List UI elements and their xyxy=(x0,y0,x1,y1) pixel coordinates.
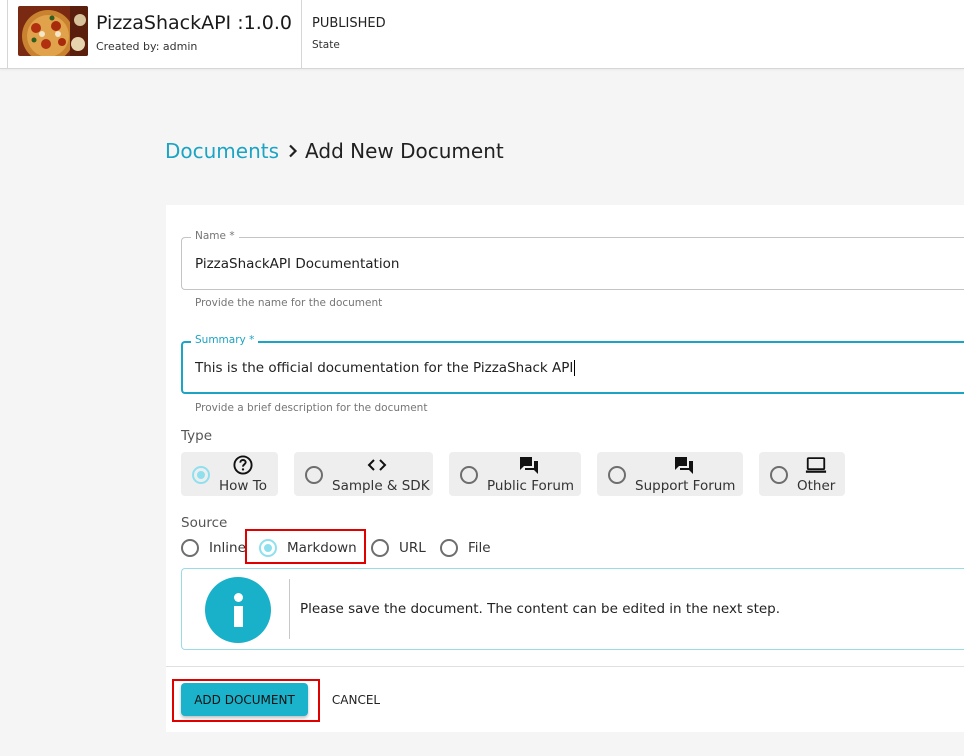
cancel-button[interactable]: CANCEL xyxy=(322,683,390,716)
type-option-other[interactable]: Other xyxy=(759,452,845,496)
type-label: Type xyxy=(181,428,213,444)
text-cursor xyxy=(574,360,576,376)
markdown-highlight-box xyxy=(245,529,366,564)
header-left-divider xyxy=(7,0,8,69)
source-option-file[interactable]: File xyxy=(440,539,491,557)
type-option-sample-sdk[interactable]: Sample & SDK xyxy=(294,452,433,496)
laptop-icon xyxy=(805,455,827,475)
name-input[interactable] xyxy=(195,256,895,272)
header-divider xyxy=(301,0,302,69)
info-icon xyxy=(205,577,271,643)
info-divider xyxy=(289,579,290,639)
type-option-label: Other xyxy=(797,478,836,494)
type-option-label: Support Forum xyxy=(635,478,736,494)
name-field[interactable]: Name * xyxy=(181,230,964,290)
summary-input[interactable]: This is the official documentation for t… xyxy=(195,360,895,376)
api-state-value: PUBLISHED xyxy=(312,16,386,31)
source-option-label: File xyxy=(468,540,491,556)
forum-icon xyxy=(518,455,540,475)
type-radio-how-to[interactable] xyxy=(192,466,210,484)
api-state-label: State xyxy=(312,39,340,51)
api-thumbnail[interactable] xyxy=(18,6,88,56)
type-option-public-forum[interactable]: Public Forum xyxy=(449,452,581,496)
source-option-label: Inline xyxy=(209,540,246,556)
api-created-by: Created by: admin xyxy=(96,40,198,53)
api-title: PizzaShackAPI :1.0.0 xyxy=(96,12,292,34)
breadcrumb-documents-link[interactable]: Documents xyxy=(165,139,279,163)
type-radio-public-forum[interactable] xyxy=(460,466,478,484)
code-icon xyxy=(366,455,388,475)
source-option-label: URL xyxy=(399,540,426,556)
breadcrumb: Documents Add New Document xyxy=(165,139,504,163)
summary-field[interactable]: Summary * This is the official documenta… xyxy=(181,334,964,394)
summary-helper-text: Provide a brief description for the docu… xyxy=(195,402,428,414)
summary-field-label: Summary * xyxy=(191,334,259,346)
add-document-highlight-box xyxy=(172,679,320,722)
chevron-right-icon xyxy=(288,144,298,158)
type-radio-other[interactable] xyxy=(770,466,788,484)
api-header: PizzaShackAPI :1.0.0 Created by: admin P… xyxy=(0,0,964,69)
source-label: Source xyxy=(181,515,228,531)
breadcrumb-current: Add New Document xyxy=(305,139,504,163)
source-radio-url[interactable] xyxy=(371,539,389,557)
source-option-url[interactable]: URL xyxy=(371,539,426,557)
type-option-label: Public Forum xyxy=(487,478,575,494)
type-radio-sample-sdk[interactable] xyxy=(305,466,323,484)
source-radio-file[interactable] xyxy=(440,539,458,557)
type-option-label: How To xyxy=(219,478,267,494)
summary-input-text: This is the official documentation for t… xyxy=(195,360,574,376)
forum-icon xyxy=(673,455,695,475)
help-circle-icon xyxy=(232,455,254,475)
name-helper-text: Provide the name for the document xyxy=(195,297,383,309)
type-option-how-to[interactable]: How To xyxy=(181,452,278,496)
type-radio-support-forum[interactable] xyxy=(608,466,626,484)
form-footer-divider xyxy=(166,666,964,667)
type-option-support-forum[interactable]: Support Forum xyxy=(597,452,743,496)
info-message-box: Please save the document. The content ca… xyxy=(181,568,964,650)
type-option-label: Sample & SDK xyxy=(332,478,430,494)
name-field-label: Name * xyxy=(191,230,239,242)
source-option-inline[interactable]: Inline xyxy=(181,539,246,557)
info-message-text: Please save the document. The content ca… xyxy=(300,601,781,617)
source-radio-inline[interactable] xyxy=(181,539,199,557)
